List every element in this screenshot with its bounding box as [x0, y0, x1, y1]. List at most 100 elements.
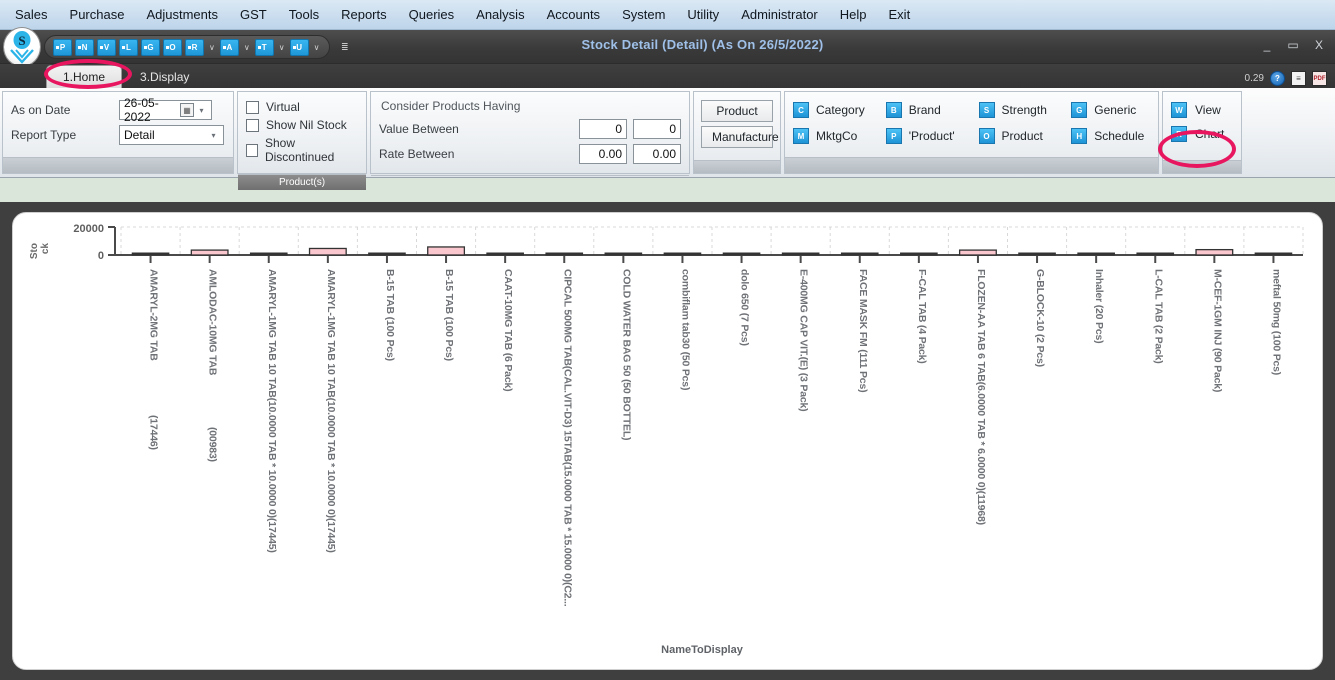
product-button[interactable]: Product: [701, 100, 773, 122]
group-field-category[interactable]: C Category: [793, 102, 872, 118]
x-tick-label: AMARYL-1MG TAB 10 TAB(10.0000 TAB * 10.0…: [266, 269, 278, 553]
menu-item-accounts[interactable]: Accounts: [536, 3, 611, 26]
generic-label: Generic: [1094, 103, 1137, 117]
value-between-from-field[interactable]: 0: [579, 119, 627, 139]
bar: [663, 252, 702, 256]
ribbon-tab-strip: 1.Home 3.Display 0.29 ? ≡ PDF: [0, 64, 1335, 88]
x-tick-label: Inhaler (20 Pcs): [1093, 269, 1105, 343]
svg-text:G-BLOCK-10 (2 Pcs): G-BLOCK-10 (2 Pcs): [1034, 269, 1046, 367]
x-axis-title: NameToDisplay: [661, 644, 744, 656]
rate-between-to-field[interactable]: 0.00: [633, 144, 681, 164]
show-discontinued-checkbox-box[interactable]: [246, 143, 258, 157]
y-tick-20000: 20000: [73, 223, 104, 235]
rate-between-from-field[interactable]: 0.00: [579, 144, 627, 164]
brand-label: Brand: [908, 103, 941, 117]
ribbon-group-products: Virtual Show Nil Stock Show Discontinued…: [237, 91, 367, 190]
menu-item-gst[interactable]: GST: [229, 3, 278, 26]
svg-text:B-15 TAB (100 Pcs): B-15 TAB (100 Pcs): [443, 269, 455, 361]
menu-item-analysis[interactable]: Analysis: [465, 3, 535, 26]
x-tick-label: M-CEF-1GM INJ (90 Pack): [1211, 269, 1223, 392]
close-button[interactable]: X: [1311, 38, 1327, 52]
as-on-date-field[interactable]: 26-05-2022 ▦ ▾: [119, 96, 212, 124]
menu-item-tools[interactable]: Tools: [278, 3, 330, 26]
report-type-select[interactable]: Detail ▾: [119, 125, 224, 145]
svg-text:(00983): (00983): [207, 427, 219, 462]
svg-text:E-400MG CAP VIT.(E) (3 Pack): E-400MG CAP VIT.(E) (3 Pack): [798, 269, 810, 411]
manufacture-button[interactable]: Manufacture: [701, 126, 779, 148]
bar: [308, 247, 347, 256]
virtual-label: Virtual: [266, 100, 300, 114]
x-tick-label: B-15 TAB (100 Pcs): [443, 269, 455, 361]
menu-item-sales[interactable]: Sales: [4, 3, 59, 26]
bar: [427, 246, 466, 256]
virtual-checkbox-box[interactable]: [246, 100, 259, 114]
minimize-button[interactable]: _: [1259, 38, 1275, 52]
value-between-to-field[interactable]: 0: [633, 119, 681, 139]
tab-display[interactable]: 3.Display: [124, 66, 205, 88]
group-field-product-quoted[interactable]: P 'Product': [885, 128, 965, 144]
menu-item-reports[interactable]: Reports: [330, 3, 398, 26]
x-tick-label: F-CAL TAB (4 Pack): [916, 269, 928, 364]
calendar-icon[interactable]: ▦: [180, 103, 194, 117]
strength-icon: S: [978, 102, 995, 118]
checkbox-show-nil-stock[interactable]: Show Nil Stock: [246, 118, 358, 132]
checkbox-show-discontinued[interactable]: Show Discontinued: [246, 136, 358, 164]
bar: [1195, 248, 1234, 256]
menu-item-utility[interactable]: Utility: [676, 3, 730, 26]
menu-item-system[interactable]: System: [611, 3, 676, 26]
menu-item-purchase[interactable]: Purchase: [59, 3, 136, 26]
group-field-generic[interactable]: G Generic: [1071, 102, 1150, 118]
group-field-brand[interactable]: B Brand: [885, 102, 965, 118]
y-axis-title: Sto ck: [29, 243, 51, 260]
chart-label: Chart: [1195, 127, 1225, 141]
brand-icon: B: [885, 102, 902, 118]
ribbon-bar: As on Date 26-05-2022 ▦ ▾ Report Type De…: [0, 88, 1335, 190]
report-type-caret-icon[interactable]: ▾: [208, 131, 219, 140]
maximize-button[interactable]: ▭: [1285, 38, 1301, 52]
tab-home[interactable]: 1.Home: [46, 65, 123, 88]
mktgco-icon: M: [793, 128, 809, 144]
value-between-label: Value Between: [379, 122, 459, 136]
product-label: Product: [1001, 129, 1043, 143]
bar: [781, 252, 820, 256]
window-controls[interactable]: _ ▭ X: [1259, 38, 1327, 52]
product-quoted-icon: P: [885, 128, 902, 144]
y-axis-tick-labels: 20000 0: [73, 223, 104, 262]
bar: [545, 252, 584, 256]
group-field-schedule[interactable]: H Schedule: [1071, 128, 1150, 144]
chart-stage: 20000 0 Sto ck AMARYL-2MG TAB (17446) AMLODAC-…: [0, 202, 1335, 680]
chart-button[interactable]: R Chart: [1171, 126, 1233, 142]
generic-icon: G: [1071, 102, 1088, 118]
filters-group-caption: [3, 157, 233, 173]
schedule-label: Schedule: [1094, 129, 1145, 143]
menu-item-adjustments[interactable]: Adjustments: [135, 3, 229, 26]
svg-text:(17446): (17446): [148, 415, 160, 450]
view-label: View: [1195, 103, 1221, 117]
menu-item-exit[interactable]: Exit: [878, 3, 922, 26]
show-nil-stock-checkbox-box[interactable]: [246, 118, 259, 132]
version-value: 0.29: [1244, 73, 1264, 84]
view-button[interactable]: W View: [1171, 102, 1233, 118]
group-field-mktgco[interactable]: M MktgCo: [793, 128, 872, 144]
as-on-date-label: As on Date: [11, 103, 71, 117]
menu-item-help[interactable]: Help: [829, 3, 878, 26]
bar: [190, 249, 229, 256]
menu-item-administrator[interactable]: Administrator: [730, 3, 829, 26]
menu-item-queries[interactable]: Queries: [398, 3, 466, 26]
date-dropdown-caret-icon[interactable]: ▾: [196, 106, 207, 115]
output-group-caption: [1163, 160, 1241, 173]
x-tick-label: FLOZEN-AA TAB 6 TAB(6.0000 TAB * 6.0000 …: [975, 269, 987, 525]
svg-text:B-15 TAB (100 Pcs): B-15 TAB (100 Pcs): [384, 269, 396, 361]
help-icon[interactable]: ?: [1270, 71, 1285, 86]
stock-bar-chart: 20000 0 Sto ck AMARYL-2MG TAB (17446) AMLODAC-…: [29, 223, 1304, 656]
ribbon-group-grouping: C Category B Brand S Strength G Generic: [784, 91, 1159, 174]
group-field-product[interactable]: O Product: [978, 128, 1058, 144]
document-icon[interactable]: ≡: [1291, 71, 1306, 86]
svg-text:AMARYL-1MG TAB 10 TAB(10.0000: AMARYL-1MG TAB 10 TAB(10.0000 TAB * 10.0…: [266, 269, 278, 553]
group-field-strength[interactable]: S Strength: [978, 102, 1058, 118]
checkbox-virtual[interactable]: Virtual: [246, 100, 358, 114]
consider-group-caption: [371, 175, 689, 176]
bar: [722, 252, 761, 256]
y-tick-0: 0: [98, 250, 104, 262]
pdf-icon[interactable]: PDF: [1312, 71, 1327, 86]
